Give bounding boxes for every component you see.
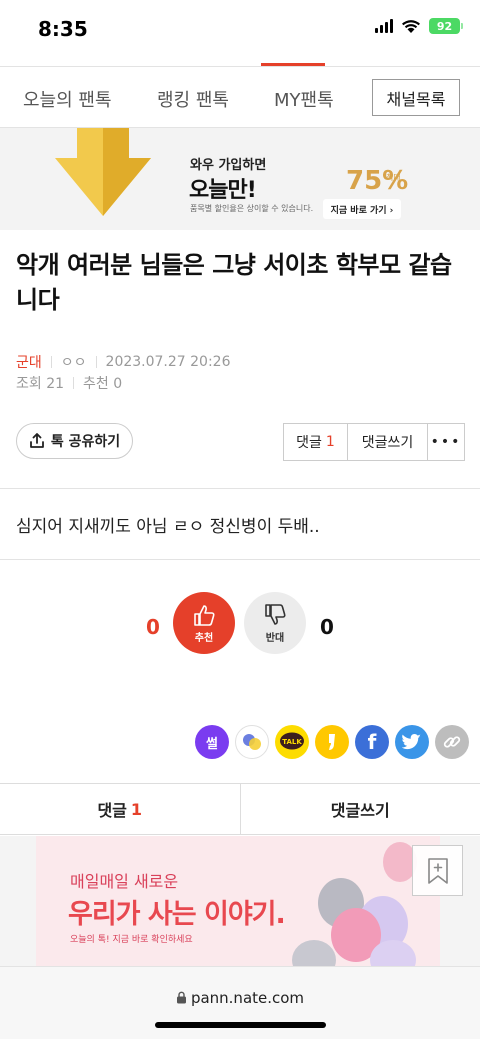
post-datetime: 2023.07.27 20:26 [105, 354, 231, 370]
ad-line1: 와우 가입하면 [190, 158, 267, 173]
write-comment-tab[interactable]: 댓글쓰기 [241, 784, 480, 834]
talk-label: TALK [282, 738, 302, 746]
downvote-count: 0 [320, 615, 334, 639]
down-arrow-graphic [55, 128, 151, 216]
promo-banner[interactable]: 매일매일 새로운 우리가 사는 이야기. 오늘의 톡! 지금 바로 확인하세요 [0, 836, 480, 966]
bookmark-button[interactable] [412, 845, 463, 896]
downvote-label: 반대 [265, 633, 285, 644]
ad-percent-small: 최대 [386, 173, 401, 182]
status-time: 8:35 [38, 17, 88, 41]
link-copy-icon[interactable] [435, 725, 469, 759]
comment-label: 댓글 [296, 435, 322, 451]
comment-tabs: 댓글 1 댓글쓰기 [0, 783, 480, 835]
ssul-share-icon[interactable]: 썰 [195, 725, 229, 759]
wifi-icon [402, 20, 420, 33]
upvote-count: 0 [146, 615, 160, 639]
share-icon [29, 433, 44, 448]
post-recommends: 추천 0 [83, 376, 123, 392]
channel-list-button[interactable]: 채널목록 [372, 79, 460, 116]
kakaotalk-share-icon[interactable]: TALK [275, 725, 309, 759]
tab-my-pantalk[interactable]: MY팬톡 [274, 86, 334, 112]
post-category[interactable]: 군대 [16, 352, 42, 372]
promo-line2: 우리가 사는 이야기. [68, 899, 286, 930]
battery-level: 92 [436, 19, 453, 33]
promo-line3: 오늘의 톡! 지금 바로 확인하세요 [70, 935, 193, 945]
post-views: 조회 21 [16, 376, 65, 392]
comment-button[interactable]: 댓글 1 [284, 424, 348, 460]
kakaostory-share-icon[interactable] [315, 725, 349, 759]
status-icons: 92 [375, 18, 463, 34]
url-text: pann.nate.com [190, 989, 305, 1007]
divider [0, 488, 480, 489]
post-title: 악개 여러분 님들은 그냥 서이초 학부모 같습니다 [16, 251, 452, 314]
ad-banner[interactable]: 와우 가입하면 오늘만! 품목별 할인율은 상이할 수 있습니다. 75% 최대… [0, 128, 480, 230]
lock-icon [176, 991, 186, 1004]
meta-divider [73, 377, 75, 389]
thumbs-down-icon [265, 604, 286, 625]
promo-line1: 매일매일 새로운 [70, 872, 179, 891]
browser-url-bar[interactable]: pann.nate.com [0, 966, 480, 1039]
home-indicator[interactable] [155, 1022, 326, 1028]
share-label: 톡 공유하기 [50, 434, 121, 450]
tab-today-pantalk[interactable]: 오늘의 팬톡 [23, 86, 112, 112]
comments-tab-label: 댓글 [97, 801, 127, 820]
post-action-group: 댓글 1 댓글쓰기 ••• [283, 423, 465, 461]
divider [0, 559, 480, 560]
twitter-share-icon[interactable] [395, 725, 429, 759]
url-display[interactable]: pann.nate.com [0, 989, 480, 1007]
talk-share-button[interactable]: 톡 공유하기 [16, 423, 133, 459]
top-nav: 오늘의 팬톡 랭킹 팬톡 MY팬톡 채널목록 [0, 66, 480, 128]
ad-note: 품목별 할인율은 상이할 수 있습니다. [190, 204, 314, 213]
post-stats: 조회 21 추천 0 [16, 373, 122, 393]
upvote-button[interactable]: 추천 [173, 592, 235, 654]
facebook-share-icon[interactable]: f [355, 725, 389, 759]
post-meta: 군대 ㅇㅇ 2023.07.27 20:26 [16, 352, 231, 372]
comment-count: 1 [325, 434, 335, 450]
post-body: 심지어 지새끼도 아님 ㄹㅇ 정신병이 두배.. [16, 517, 320, 537]
thumbs-up-icon [194, 605, 215, 626]
meta-divider [95, 356, 97, 368]
write-comment-button[interactable]: 댓글쓰기 [348, 424, 428, 460]
ad-line2: 오늘만! [189, 178, 257, 203]
post-author: ㅇㅇ [60, 355, 87, 371]
more-button[interactable]: ••• [428, 424, 464, 460]
downvote-button[interactable]: 반대 [244, 592, 306, 654]
ad-cta-button[interactable]: 지금 바로 가기 › [323, 199, 401, 219]
comments-tab[interactable]: 댓글 1 [0, 784, 241, 834]
battery-icon: 92 [429, 18, 463, 34]
tab-ranking-pantalk[interactable]: 랭킹 팬톡 [157, 86, 229, 112]
status-bar: 8:35 92 [0, 0, 480, 62]
bookmark-add-icon [427, 857, 448, 884]
comments-tab-count: 1 [130, 799, 143, 819]
signal-icon [375, 19, 393, 33]
band-share-icon[interactable] [235, 725, 269, 759]
meta-divider [50, 356, 52, 368]
upvote-label: 추천 [194, 633, 214, 644]
sns-share-row: 썰 TALK f [195, 725, 469, 759]
